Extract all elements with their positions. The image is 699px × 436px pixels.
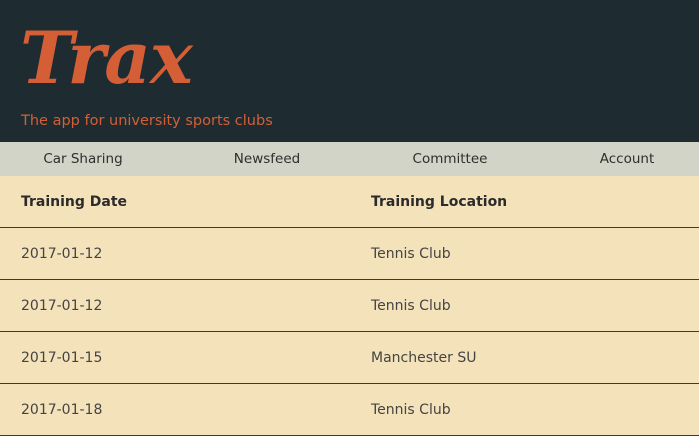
table-row[interactable]: 2017-01-15 Manchester SU — [0, 331, 699, 384]
training-date-cell: 2017-01-12 — [0, 279, 350, 332]
table-row[interactable]: 2017-01-18 Tennis Club — [0, 383, 699, 436]
column-header-training-date: Training Date — [0, 176, 350, 228]
column-header-training-location: Training Location — [350, 176, 699, 228]
training-date-cell: 2017-01-15 — [0, 331, 350, 384]
nav-item-newsfeed[interactable]: Newsfeed — [234, 142, 300, 176]
training-table: Training Date Training Location 2017-01-… — [0, 176, 699, 436]
app-logo[interactable]: Trax — [20, 18, 193, 98]
nav-item-account[interactable]: Account — [600, 142, 655, 176]
training-date-cell: 2017-01-12 — [0, 227, 350, 280]
training-location-cell: Manchester SU — [350, 331, 699, 384]
nav-item-committee[interactable]: Committee — [413, 142, 488, 176]
app-header: Trax The app for university sports clubs — [0, 0, 699, 142]
table-row[interactable]: 2017-01-12 Tennis Club — [0, 279, 699, 332]
table-row[interactable]: 2017-01-12 Tennis Club — [0, 227, 699, 280]
training-location-cell: Tennis Club — [350, 279, 699, 332]
training-location-cell: Tennis Club — [350, 227, 699, 280]
table-header-row: Training Date Training Location — [0, 176, 699, 228]
main-nav: Car Sharing Newsfeed Committee Account — [0, 142, 699, 176]
nav-item-car-sharing[interactable]: Car Sharing — [43, 142, 122, 176]
app-tagline: The app for university sports clubs — [21, 113, 273, 129]
training-location-cell: Tennis Club — [350, 383, 699, 436]
training-date-cell: 2017-01-18 — [0, 383, 350, 436]
